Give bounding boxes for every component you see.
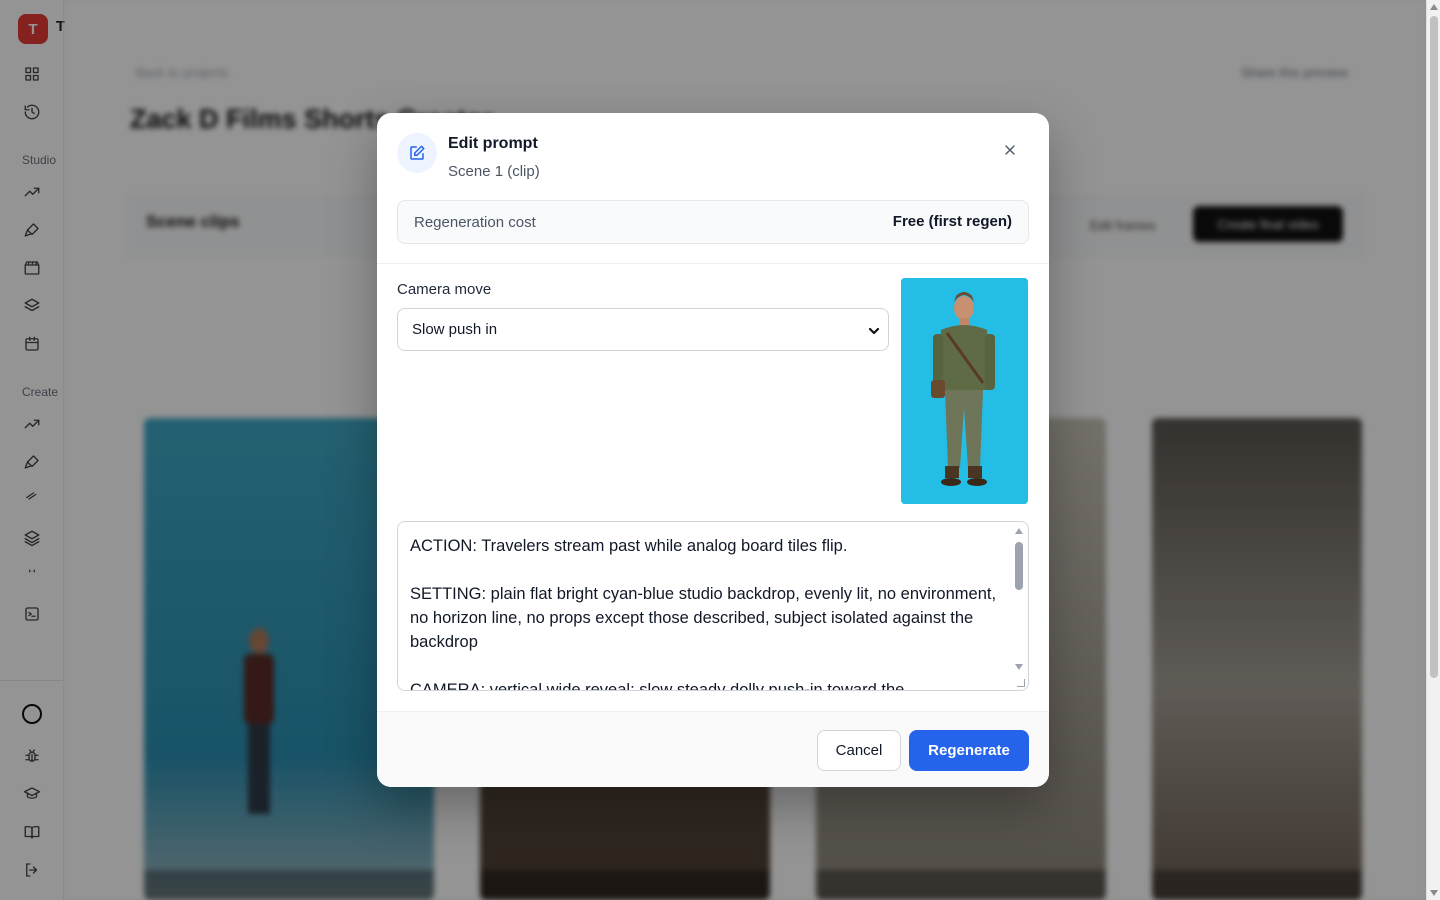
dialog-title: Edit prompt	[448, 135, 538, 152]
edit-icon	[397, 133, 437, 173]
scroll-up-arrow[interactable]	[1015, 528, 1023, 534]
cost-label: Regeneration cost	[414, 214, 536, 231]
edit-prompt-dialog: Edit prompt Scene 1 (clip) Regeneration …	[377, 113, 1049, 787]
close-icon[interactable]	[999, 139, 1021, 161]
cancel-button[interactable]: Cancel	[817, 730, 901, 771]
regeneration-cost-box: Regeneration cost Free (first regen)	[397, 200, 1029, 244]
scroll-thumb[interactable]	[1015, 542, 1023, 590]
prompt-text[interactable]: ACTION: Travelers stream past while anal…	[410, 534, 1000, 690]
camera-move-label: Camera move	[397, 281, 492, 298]
prompt-textarea[interactable]: ACTION: Travelers stream past while anal…	[397, 521, 1029, 691]
scroll-down-arrow[interactable]	[1015, 664, 1023, 670]
cost-value: Free (first regen)	[892, 213, 1012, 230]
camera-move-value: Slow push in	[412, 321, 498, 338]
page-scrollbar[interactable]	[1426, 0, 1440, 900]
scroll-down-arrow[interactable]	[1430, 890, 1438, 896]
divider	[377, 263, 1049, 264]
camera-move-select[interactable]: Slow push in	[397, 308, 889, 351]
dialog-footer: Cancel Regenerate	[377, 711, 1049, 787]
character-thumbnail	[901, 278, 1028, 504]
scroll-up-arrow[interactable]	[1430, 4, 1438, 10]
chevron-down-icon	[868, 324, 880, 336]
scroll-thumb[interactable]	[1430, 16, 1438, 678]
textarea-scrollbar[interactable]	[1012, 524, 1026, 688]
regenerate-button[interactable]: Regenerate	[909, 730, 1029, 771]
dialog-subtitle: Scene 1 (clip)	[448, 163, 540, 180]
resize-handle-icon[interactable]	[1017, 679, 1025, 687]
